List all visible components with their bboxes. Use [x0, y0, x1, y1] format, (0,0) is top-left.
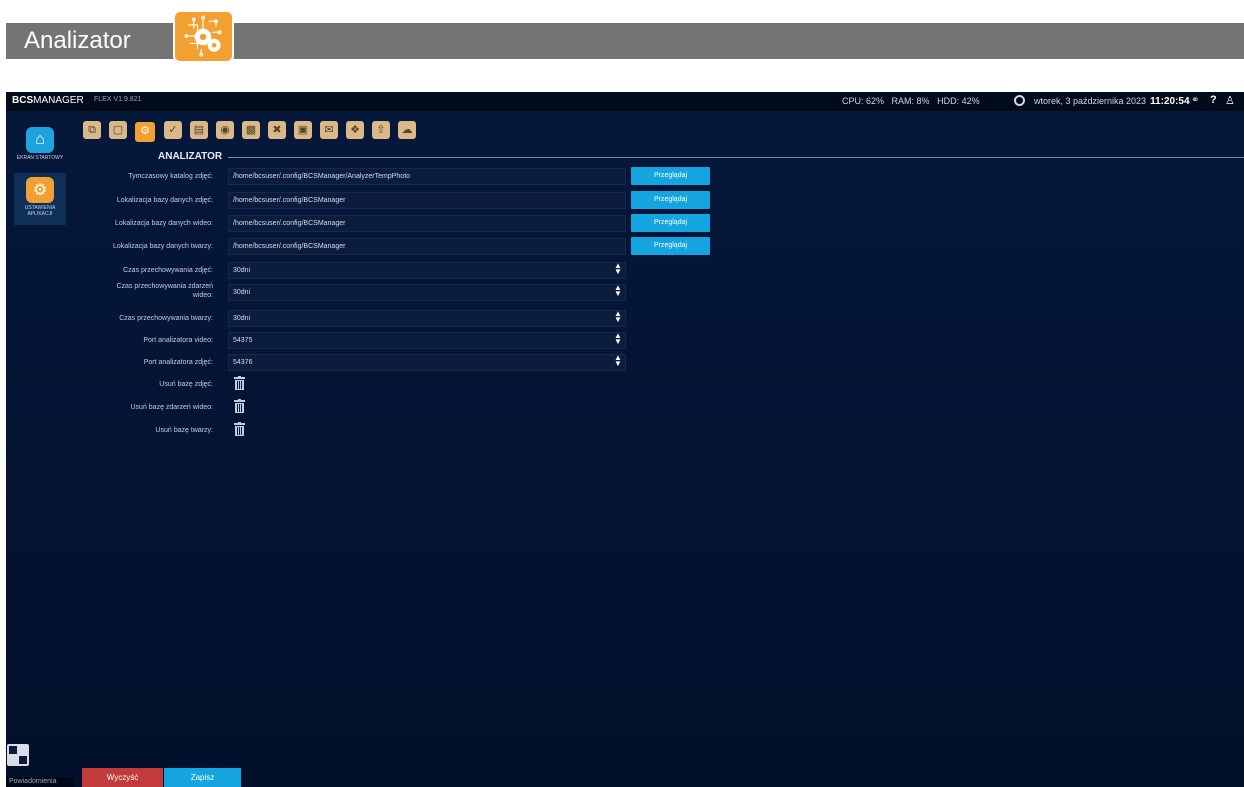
photo-port-label: Port analizatora zdjęć:: [143, 359, 213, 366]
analyzer-icon[interactable]: ⚙: [135, 122, 155, 142]
section-title: ANALIZATOR: [158, 151, 223, 162]
mail-icon[interactable]: ✉: [320, 121, 338, 139]
network-icon[interactable]: ❖: [346, 121, 364, 139]
photo-db-label: Lokalizacja bazy danych zdjęć:: [116, 197, 213, 204]
delete-photo-db-label: Usuń bazę zdjęć:: [159, 381, 213, 388]
trash-icon[interactable]: [234, 376, 245, 390]
spinner-icon[interactable]: ▲ ▼: [612, 332, 624, 347]
video-db-label: Lokalizacja bazy danych wideo:: [114, 220, 213, 227]
trash-icon[interactable]: [234, 422, 245, 436]
notifications-toggle[interactable]: Powiadomienia: [6, 777, 74, 787]
app-logo: BCSMANAGER: [12, 95, 84, 106]
cpu-usage: CPU: 62%: [842, 96, 885, 106]
system-stats: CPU: 62% RAM: 8% HDD: 42%: [842, 96, 985, 106]
photo-port-field[interactable]: 54376: [228, 354, 626, 371]
spinner-icon[interactable]: ▲ ▼: [612, 262, 624, 277]
browse-button[interactable]: Przeglądaj: [631, 167, 710, 185]
browse-button[interactable]: Przeglądaj: [631, 214, 710, 232]
video-event-retention-label: Czas przechowywania zdarzeń wideo:: [116, 283, 214, 299]
cam-settings-icon[interactable]: ◉: [216, 121, 234, 139]
windows-icon[interactable]: ⧉: [83, 121, 101, 139]
photo-retention-field[interactable]: 30dni: [228, 262, 626, 279]
sidebar: ⌂ EKRAN STARTOWY ⚙ USTAWIENIA APLIKACJI: [6, 111, 70, 787]
status-bar: BCSMANAGER FLEX V1.9.821 CPU: 62% RAM: 8…: [6, 92, 1244, 111]
sidebar-item-home[interactable]: ⌂ EKRAN STARTOWY: [14, 123, 66, 175]
time-text: 11:20:54: [1150, 96, 1190, 107]
home-icon: ⌂: [26, 127, 54, 153]
cloud-icon[interactable]: ☁: [398, 121, 416, 139]
sidebar-item-settings[interactable]: ⚙ USTAWIENIA APLIKACJI: [14, 173, 66, 225]
hdd-usage: HDD: 42%: [937, 96, 980, 106]
upload-icon[interactable]: ⇧: [372, 121, 390, 139]
spinner-icon[interactable]: ▲ ▼: [612, 310, 624, 325]
app-version: FLEX V1.9.821: [94, 96, 142, 103]
temp-photo-dir-field[interactable]: /home/bcsuser/.config/BCSManager/Analyze…: [228, 168, 626, 185]
face-retention-label: Czas przechowywania twarzy:: [119, 315, 213, 322]
spinner-icon[interactable]: ▲ ▼: [612, 354, 624, 369]
gears-icon: ⚙: [26, 177, 54, 203]
delete-video-db-label: Usuń bazę zdarzeń wideo:: [130, 404, 214, 411]
date-text: wtorek, 3 października 2023: [1034, 96, 1147, 106]
video-port-label: Port analizatora video:: [143, 337, 213, 344]
export-icon[interactable]: ▣: [294, 121, 312, 139]
face-db-label: Lokalizacja bazy danych twarzy:: [113, 243, 213, 250]
video-event-retention-field[interactable]: 30dni: [228, 284, 626, 301]
temp-photo-dir-label: Tymczasowy katalog zdjęć:: [128, 173, 213, 180]
layout-toggle-icon[interactable]: [7, 744, 29, 766]
help-icon[interactable]: ?: [1210, 94, 1217, 106]
video-db-field[interactable]: /home/bcsuser/.config/BCSManager: [228, 215, 626, 232]
face-db-field[interactable]: /home/bcsuser/.config/BCSManager: [228, 238, 626, 255]
banner-title: Analizator: [24, 27, 131, 54]
delete-face-db-label: Usuń bazę twarzy:: [155, 427, 213, 434]
browse-button[interactable]: Przeglądaj: [631, 191, 710, 209]
power-icon[interactable]: [1014, 95, 1025, 106]
browse-button[interactable]: Przeglądaj: [631, 237, 710, 255]
sidebar-item-label: EKRAN STARTOWY: [16, 155, 64, 161]
save-button[interactable]: Zapisz: [164, 768, 241, 787]
page-banner: Analizator: [6, 10, 1244, 63]
screenshot-root: Analizator BCSMANAGER FLEX V1.9.821 CPU:: [0, 0, 1244, 787]
section-divider: [228, 157, 1244, 158]
photo-retention-label: Czas przechowywania zdjęć:: [123, 267, 213, 274]
app-window: BCSMANAGER FLEX V1.9.821 CPU: 62% RAM: 8…: [6, 92, 1244, 787]
sidebar-item-label: USTAWIENIA APLIKACJI: [24, 205, 56, 217]
face-retention-field[interactable]: 30dni: [228, 310, 626, 327]
analyzer-gear-icon: [173, 10, 234, 63]
car-icon[interactable]: ▩: [242, 121, 260, 139]
network-status-icon[interactable]: ⚭: [1191, 95, 1199, 106]
recorder-icon[interactable]: ▤: [190, 121, 208, 139]
camera-icon[interactable]: ✓: [164, 121, 182, 139]
film-icon[interactable]: ▢: [109, 121, 127, 139]
trash-icon[interactable]: [234, 399, 245, 413]
clear-button[interactable]: Wyczyść: [82, 768, 163, 787]
datetime: wtorek, 3 października 2023 11:20:54: [1034, 96, 1190, 107]
video-port-field[interactable]: 54375: [228, 332, 626, 349]
tools-icon[interactable]: ✖: [268, 121, 286, 139]
user-icon[interactable]: ♙: [1225, 94, 1235, 107]
photo-db-field[interactable]: /home/bcsuser/.config/BCSManager: [228, 192, 626, 209]
ram-usage: RAM: 8%: [891, 96, 930, 106]
spinner-icon[interactable]: ▲ ▼: [612, 284, 624, 299]
